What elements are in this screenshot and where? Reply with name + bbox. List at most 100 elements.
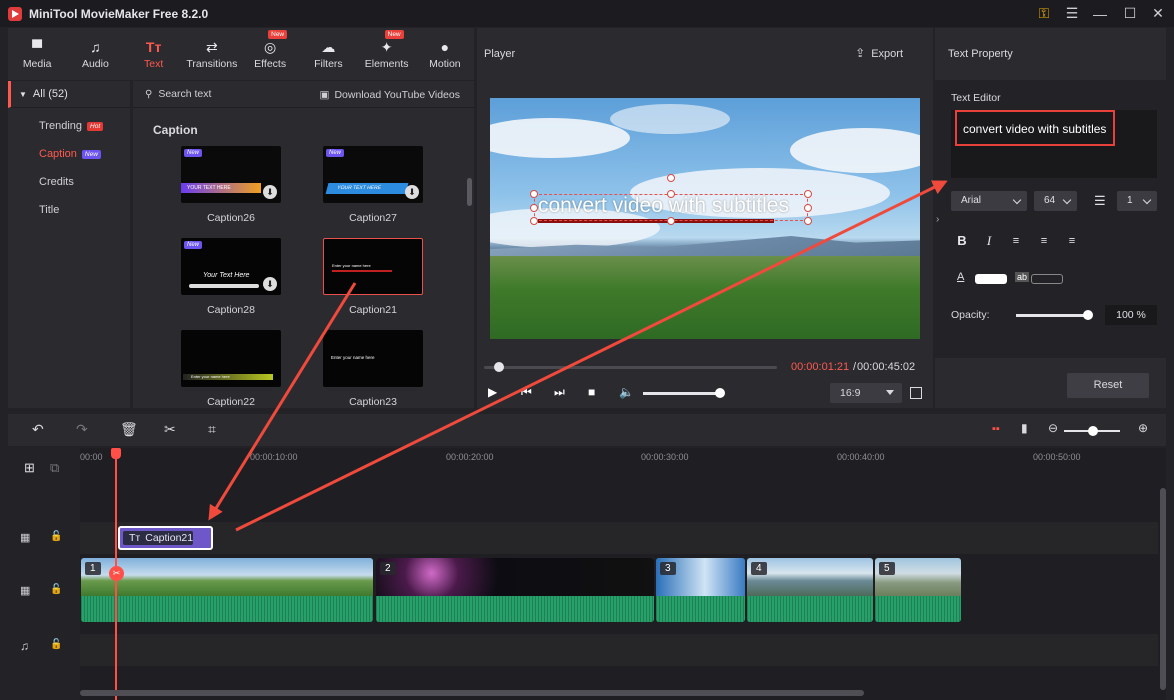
progress-knob[interactable]	[494, 362, 504, 372]
tab-filters[interactable]: ☁ Filters	[299, 28, 357, 80]
bold-icon[interactable]: B	[951, 232, 973, 250]
undo-icon[interactable]: ↶	[32, 421, 44, 438]
text-editor-input[interactable]: convert video with subtitles	[955, 110, 1115, 146]
menu-icon[interactable]: ☰	[1058, 0, 1086, 27]
tab-media[interactable]: ▀ Media	[8, 28, 66, 80]
video-clip-5[interactable]: 5	[875, 558, 961, 622]
stop-icon[interactable]: ■	[588, 385, 595, 399]
next-frame-icon[interactable]: ⏭	[554, 385, 565, 400]
resize-handle[interactable]	[530, 190, 538, 198]
zoom-in-icon[interactable]: ⊕	[1138, 421, 1148, 435]
library-scrollbar[interactable]	[467, 178, 472, 206]
reset-button[interactable]: Reset	[1067, 373, 1149, 398]
download-icon[interactable]: ⬇	[263, 277, 277, 291]
lock-icon[interactable]: 🔓	[50, 584, 62, 595]
thumb-preview: YOUR TEXT HERE	[325, 183, 409, 194]
download-icon[interactable]: ⬇	[405, 185, 419, 199]
play-icon[interactable]: ▶	[488, 385, 497, 399]
export-button[interactable]: ⇪ Export	[855, 46, 903, 60]
align-left-icon[interactable]: ≡	[1005, 232, 1027, 250]
progress-bar[interactable]	[484, 366, 777, 369]
sidebar-item-caption[interactable]: Caption New	[8, 140, 130, 168]
download-youtube-button[interactable]: ▣ Download YouTube Videos	[320, 89, 460, 101]
player-panel: Player ⇪ Export convert video with subtit…	[477, 28, 933, 408]
collapse-panel-icon[interactable]: ›	[936, 214, 939, 225]
thumb-preview: Enter your name here	[183, 374, 273, 380]
tab-audio[interactable]: ♫ Audio	[66, 28, 124, 80]
rotate-handle[interactable]	[667, 174, 675, 182]
opacity-knob[interactable]	[1083, 310, 1093, 320]
download-icon[interactable]: ⬇	[263, 185, 277, 199]
video-preview[interactable]: convert video with subtitles	[490, 98, 920, 339]
aspect-ratio-select[interactable]: 16:9	[830, 383, 902, 403]
thumb-preview-text: Enter your name here	[191, 374, 230, 379]
align-center-icon[interactable]: ≡	[1033, 232, 1055, 250]
key-icon[interactable]: ⚿	[1030, 0, 1058, 27]
caption-thumb-22[interactable]: Enter your name here	[181, 330, 281, 387]
crop-icon[interactable]: ⌗	[208, 421, 216, 438]
video-clip-4[interactable]: 4	[747, 558, 873, 622]
opacity-slider[interactable]	[1016, 314, 1088, 317]
line-spacing-select[interactable]: 1	[1117, 191, 1157, 211]
delete-icon[interactable]: 🗑	[120, 421, 138, 438]
volume-knob[interactable]	[715, 388, 725, 398]
font-select[interactable]: Arial	[951, 191, 1027, 211]
split-icon[interactable]: ✂	[164, 421, 176, 438]
video-clip-2[interactable]: 2	[376, 558, 654, 622]
minimize-icon[interactable]: —	[1086, 0, 1114, 27]
caption-thumb-28[interactable]: New Your Text Here ⬇	[181, 238, 281, 295]
resize-handle[interactable]	[804, 217, 812, 225]
caption-thumb-21[interactable]: Enter your name here	[323, 238, 423, 295]
italic-icon[interactable]: I	[978, 232, 1000, 250]
caption-clip[interactable]: Tт Caption21	[118, 526, 213, 550]
volume-slider[interactable]	[643, 392, 719, 395]
video-clip-3[interactable]: 3	[656, 558, 745, 622]
sidebar-item-trending[interactable]: Trending Hot	[8, 112, 130, 140]
resize-handle[interactable]	[530, 217, 538, 225]
tab-motion[interactable]: ● Motion	[416, 28, 474, 80]
caption-thumb-26[interactable]: New YOUR TEXT HERE ⬇	[181, 146, 281, 203]
caption-thumb-27[interactable]: New YOUR TEXT HERE ⬇	[323, 146, 423, 203]
snap-icon[interactable]: ▪▪	[992, 423, 1000, 435]
zoom-knob[interactable]	[1088, 426, 1098, 436]
tab-label: Effects	[254, 58, 287, 70]
background-color-swatch[interactable]	[1031, 274, 1063, 284]
tab-effects[interactable]: New ◎ Effects	[241, 28, 299, 80]
align-right-icon[interactable]: ≡	[1061, 232, 1083, 250]
sidebar-item-credits[interactable]: Credits	[8, 168, 130, 196]
opacity-value[interactable]: 100 %	[1105, 305, 1157, 325]
text-color-swatch[interactable]	[975, 274, 1007, 284]
timeline-vertical-scrollbar[interactable]	[1160, 488, 1166, 690]
previous-frame-icon[interactable]: ⏮	[521, 385, 532, 400]
sidebar-item-title[interactable]: Title	[8, 196, 130, 224]
tab-transitions[interactable]: ⇄ Transitions	[183, 28, 241, 80]
maximize-icon[interactable]: ☐	[1116, 0, 1144, 27]
thumb-label: Caption23	[349, 396, 397, 408]
video-clip-1[interactable]: 1	[81, 558, 373, 622]
redo-icon[interactable]: ↷	[76, 421, 88, 438]
total-time: 00:00:45:02	[857, 361, 916, 373]
tab-elements[interactable]: New ✦ Elements	[358, 28, 416, 80]
font-size-select[interactable]: 64	[1034, 191, 1077, 211]
remove-track-icon[interactable]: ⧉	[50, 460, 59, 476]
resize-handle[interactable]	[667, 217, 675, 225]
resize-handle[interactable]	[667, 190, 675, 198]
close-icon[interactable]: ✕	[1144, 0, 1172, 27]
volume-icon[interactable]: 🔈	[619, 385, 634, 399]
add-track-icon[interactable]: ⊞	[24, 460, 35, 476]
split-scissors-icon[interactable]: ✂	[109, 566, 124, 581]
resize-handle[interactable]	[530, 204, 538, 212]
zoom-out-icon[interactable]: ⊖	[1048, 421, 1058, 435]
resize-handle[interactable]	[804, 190, 812, 198]
audio-split-icon[interactable]: ▮	[1021, 421, 1028, 435]
category-all[interactable]: ▼ All (52)	[8, 81, 130, 108]
playhead-handle[interactable]	[111, 448, 121, 459]
resize-handle[interactable]	[804, 204, 812, 212]
timeline-horizontal-scrollbar[interactable]	[80, 690, 864, 696]
lock-icon[interactable]: 🔓	[50, 531, 62, 542]
caption-thumb-23[interactable]: Enter your name here	[323, 330, 423, 387]
time-tick: 00:00	[80, 452, 103, 462]
fullscreen-icon[interactable]	[910, 387, 922, 399]
lock-icon[interactable]: 🔓	[50, 639, 62, 650]
tab-text[interactable]: Tт Text	[125, 28, 183, 80]
